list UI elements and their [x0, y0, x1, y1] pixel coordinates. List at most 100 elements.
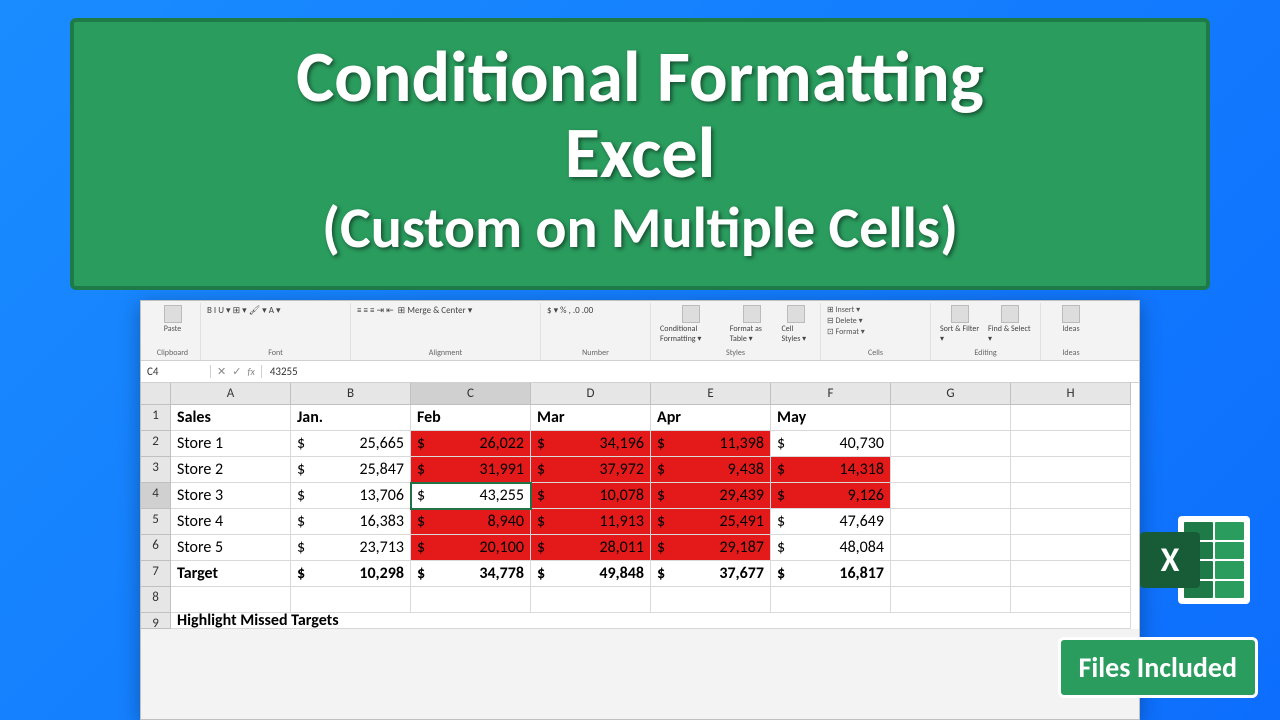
cell-D2[interactable]: $34,196 [531, 431, 651, 457]
cell-A4[interactable]: Store 3 [171, 483, 291, 509]
number-controls[interactable]: $ ▾ % , .0 .00 [547, 305, 644, 316]
cell-C3[interactable]: $31,991 [411, 457, 531, 483]
cell-H1[interactable] [1011, 405, 1131, 431]
cell-B5[interactable]: $16,383 [291, 509, 411, 535]
cell-A6[interactable]: Store 5 [171, 535, 291, 561]
col-header-C[interactable]: C [411, 383, 531, 405]
row-header-9[interactable]: 9 [141, 613, 171, 629]
row-header-8[interactable]: 8 [141, 587, 171, 613]
cell-F6[interactable]: $48,084 [771, 535, 891, 561]
cell-A9[interactable]: Highlight Missed Targets [171, 613, 1131, 629]
cell-B8[interactable] [291, 587, 411, 613]
cell-E7[interactable]: $37,677 [651, 561, 771, 587]
row-header-7[interactable]: 7 [141, 561, 171, 587]
col-header-E[interactable]: E [651, 383, 771, 405]
cell-A3[interactable]: Store 2 [171, 457, 291, 483]
cell-G4[interactable] [891, 483, 1011, 509]
cell-F5[interactable]: $47,649 [771, 509, 891, 535]
col-header-G[interactable]: G [891, 383, 1011, 405]
col-header-D[interactable]: D [531, 383, 651, 405]
cell-G3[interactable] [891, 457, 1011, 483]
cell-H4[interactable] [1011, 483, 1131, 509]
cell-B7[interactable]: $10,298 [291, 561, 411, 587]
col-header-F[interactable]: F [771, 383, 891, 405]
name-box[interactable]: C4 [141, 365, 211, 378]
cell-styles-button[interactable]: Cell Styles ▾ [778, 305, 814, 344]
format-as-table-button[interactable]: Format as Table ▾ [727, 305, 777, 344]
col-header-A[interactable]: A [171, 383, 291, 405]
fx-icon[interactable]: fx [247, 365, 254, 378]
fx-controls[interactable]: ✕ ✓ fx [211, 365, 262, 378]
cell-G6[interactable] [891, 535, 1011, 561]
cell-A8[interactable] [171, 587, 291, 613]
cell-F4[interactable]: $9,126 [771, 483, 891, 509]
cell-E2[interactable]: $11,398 [651, 431, 771, 457]
cell-F8[interactable] [771, 587, 891, 613]
cell-B3[interactable]: $25,847 [291, 457, 411, 483]
delete-button[interactable]: ⊟ Delete ▾ [827, 316, 924, 326]
select-all-corner[interactable] [141, 383, 171, 405]
cell-B4[interactable]: $13,706 [291, 483, 411, 509]
cancel-icon[interactable]: ✕ [217, 365, 226, 378]
format-button[interactable]: ⊡ Format ▾ [827, 327, 924, 337]
cell-D1[interactable]: Mar [531, 405, 651, 431]
cell-B2[interactable]: $25,665 [291, 431, 411, 457]
cell-A5[interactable]: Store 4 [171, 509, 291, 535]
row-header-1[interactable]: 1 [141, 405, 171, 431]
cell-H8[interactable] [1011, 587, 1131, 613]
cell-E1[interactable]: Apr [651, 405, 771, 431]
find-select-button[interactable]: Find & Select ▾ [985, 305, 1034, 344]
font-controls[interactable]: B I U ▾ ⊞ ▾ 🖌 ▾ A ▾ [207, 305, 344, 316]
ideas-button[interactable]: Ideas [1047, 305, 1095, 334]
cell-F7[interactable]: $16,817 [771, 561, 891, 587]
cell-A1[interactable]: Sales [171, 405, 291, 431]
cell-E8[interactable] [651, 587, 771, 613]
cell-H6[interactable] [1011, 535, 1131, 561]
cell-B1[interactable]: Jan. [291, 405, 411, 431]
cell-E6[interactable]: $29,187 [651, 535, 771, 561]
sort-filter-button[interactable]: Sort & Filter ▾ [937, 305, 983, 344]
cell-E4[interactable]: $29,439 [651, 483, 771, 509]
row-header-2[interactable]: 2 [141, 431, 171, 457]
cell-H2[interactable] [1011, 431, 1131, 457]
cell-D3[interactable]: $37,972 [531, 457, 651, 483]
cell-C8[interactable] [411, 587, 531, 613]
cell-A2[interactable]: Store 1 [171, 431, 291, 457]
cell-H3[interactable] [1011, 457, 1131, 483]
cell-H7[interactable] [1011, 561, 1131, 587]
cell-F1[interactable]: May [771, 405, 891, 431]
check-icon[interactable]: ✓ [232, 365, 241, 378]
col-header-H[interactable]: H [1011, 383, 1131, 405]
cell-F2[interactable]: $40,730 [771, 431, 891, 457]
cell-C1[interactable]: Feb [411, 405, 531, 431]
cell-H5[interactable] [1011, 509, 1131, 535]
conditional-formatting-button[interactable]: Conditional Formatting ▾ [657, 305, 725, 344]
cell-C6[interactable]: $20,100 [411, 535, 531, 561]
row-header-6[interactable]: 6 [141, 535, 171, 561]
cell-C7[interactable]: $34,778 [411, 561, 531, 587]
cell-B6[interactable]: $23,713 [291, 535, 411, 561]
cell-D5[interactable]: $11,913 [531, 509, 651, 535]
cell-D7[interactable]: $49,848 [531, 561, 651, 587]
cell-A7[interactable]: Target [171, 561, 291, 587]
cell-E3[interactable]: $9,438 [651, 457, 771, 483]
cell-G5[interactable] [891, 509, 1011, 535]
cell-D6[interactable]: $28,011 [531, 535, 651, 561]
cell-E5[interactable]: $25,491 [651, 509, 771, 535]
row-header-5[interactable]: 5 [141, 509, 171, 535]
formula-value[interactable]: 43255 [262, 365, 306, 378]
merge-center-button[interactable]: ⊞ Merge & Center ▾ [398, 305, 473, 316]
cell-F3[interactable]: $14,318 [771, 457, 891, 483]
cell-C2[interactable]: $26,022 [411, 431, 531, 457]
col-header-B[interactable]: B [291, 383, 411, 405]
cell-G2[interactable] [891, 431, 1011, 457]
cell-G8[interactable] [891, 587, 1011, 613]
align-controls[interactable]: ≡ ≡ ≡ ⇥ ⇤ [357, 305, 394, 316]
cell-D4[interactable]: $10,078 [531, 483, 651, 509]
cell-C5[interactable]: $8,940 [411, 509, 531, 535]
row-header-3[interactable]: 3 [141, 457, 171, 483]
row-header-4[interactable]: 4 [141, 483, 171, 509]
insert-button[interactable]: ⊞ Insert ▾ [827, 305, 924, 315]
cell-C4[interactable]: $43,255 [411, 483, 531, 509]
paste-button[interactable]: Paste [151, 305, 194, 334]
